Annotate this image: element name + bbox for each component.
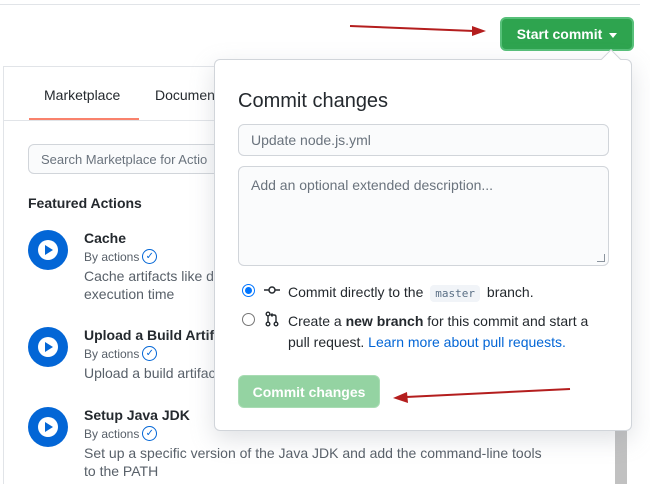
action-author: By actions ✓: [84, 249, 158, 264]
git-pull-request-icon: [265, 311, 279, 327]
marketplace-search-input[interactable]: Search Marketplace for Actio: [28, 144, 228, 174]
option-commit-directly[interactable]: Commit directly to the master branch.: [242, 282, 534, 304]
action-name[interactable]: Setup Java JDK: [84, 407, 190, 423]
verified-icon: ✓: [142, 346, 158, 361]
tab-marketplace[interactable]: Marketplace: [44, 87, 120, 103]
option-new-branch-label: Create a new branch for this commit and …: [288, 313, 589, 350]
start-commit-label: Start commit: [516, 26, 603, 42]
action-name[interactable]: Cache: [84, 230, 126, 246]
option-commit-directly-label: Commit directly to the master branch.: [288, 284, 534, 302]
option-new-branch[interactable]: Create a new branch for this commit and …: [242, 311, 602, 353]
learn-more-link[interactable]: Learn more about pull requests.: [368, 334, 566, 350]
verified-icon: ✓: [142, 426, 158, 441]
git-commit-icon: [264, 286, 280, 294]
action-name[interactable]: Upload a Build Artifa: [84, 327, 222, 343]
top-divider: [0, 4, 640, 5]
verified-icon: ✓: [142, 249, 158, 264]
commit-changes-button[interactable]: Commit changes: [238, 375, 380, 408]
branch-name: master: [430, 285, 481, 302]
commit-summary-input[interactable]: Update node.js.yml: [238, 124, 609, 156]
play-icon: [28, 230, 68, 270]
start-commit-button[interactable]: Start commit: [500, 17, 634, 51]
description-placeholder: Add an optional extended description...: [251, 177, 494, 193]
top-bar: Start commit: [0, 0, 650, 66]
featured-actions-heading: Featured Actions: [28, 195, 142, 211]
resize-handle-icon[interactable]: [597, 254, 605, 262]
play-icon: [28, 327, 68, 367]
radio-commit-directly[interactable]: [242, 284, 255, 297]
radio-new-branch[interactable]: [242, 313, 255, 326]
tab-documentation[interactable]: Documen: [155, 87, 215, 103]
action-author: By actions ✓: [84, 346, 158, 361]
dialog-title: Commit changes: [238, 90, 389, 112]
play-icon: [28, 407, 68, 447]
commit-description-textarea[interactable]: Add an optional extended description...: [238, 166, 609, 266]
action-description: Set up a specific version of the Java JD…: [84, 445, 542, 479]
action-author: By actions ✓: [84, 426, 158, 441]
commit-changes-dialog: Commit changes Update node.js.yml Add an…: [214, 49, 632, 431]
caret-down-icon: [609, 32, 618, 38]
